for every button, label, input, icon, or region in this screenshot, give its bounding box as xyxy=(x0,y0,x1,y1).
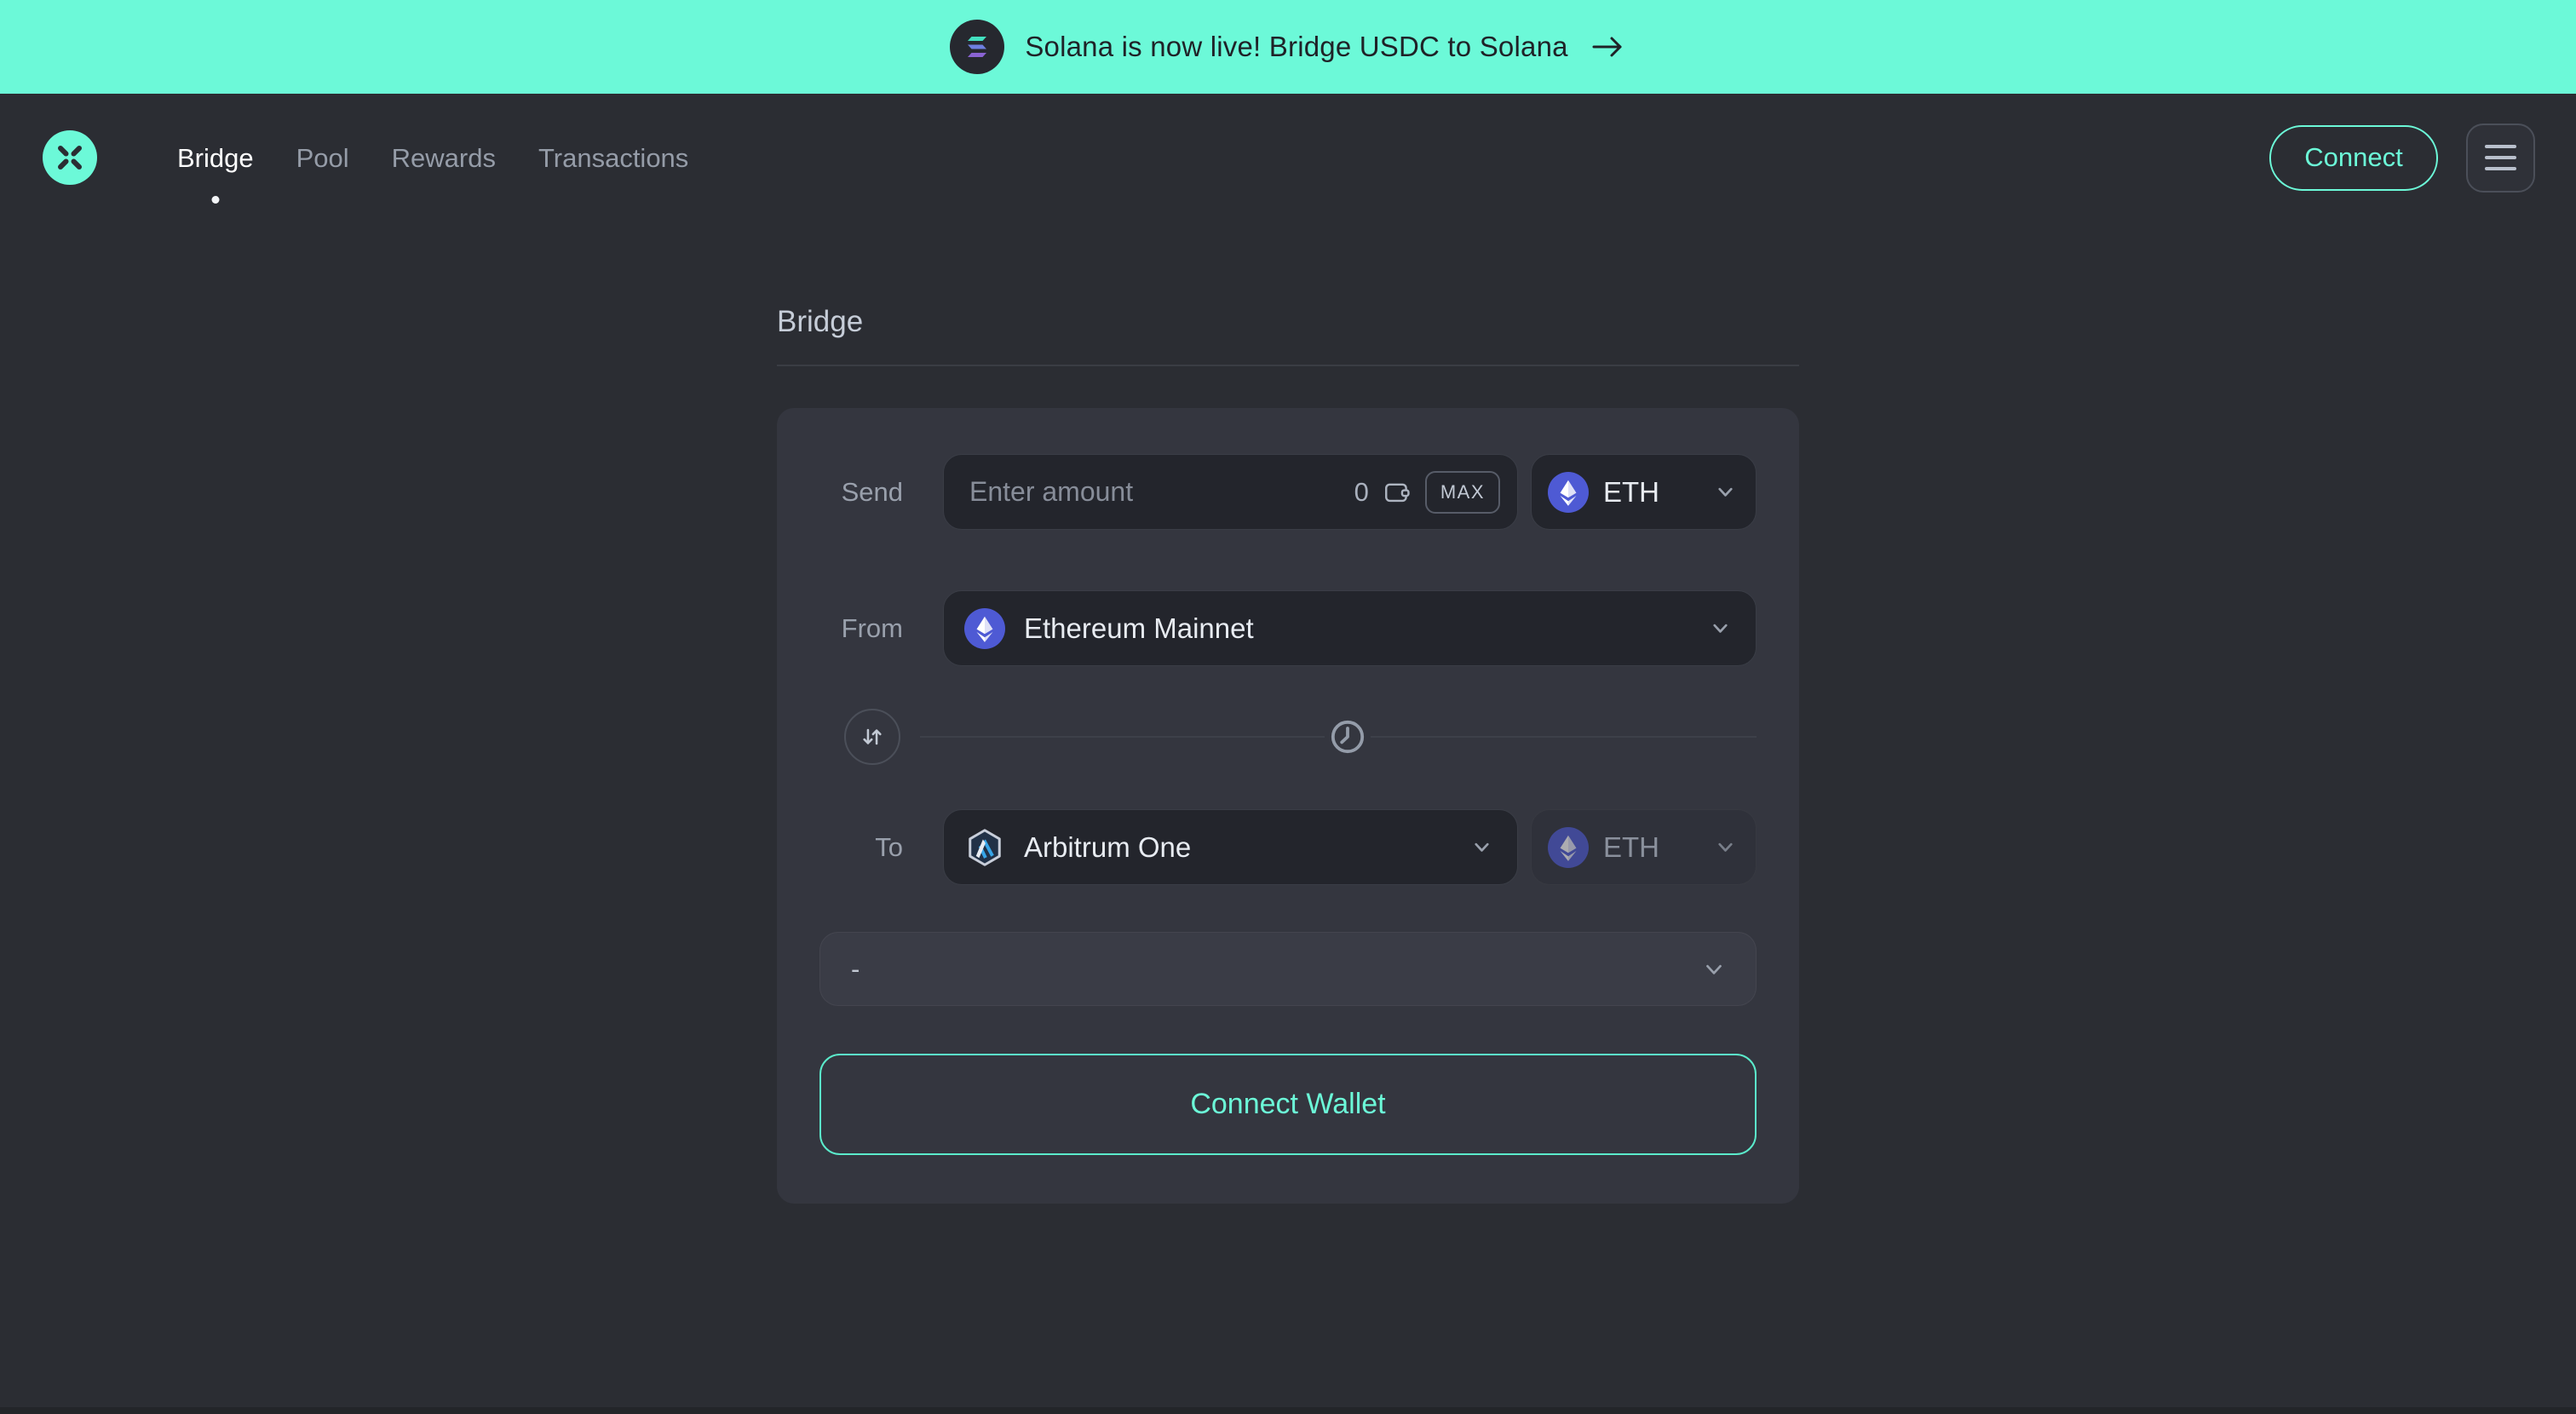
wallet-icon xyxy=(1383,478,1412,507)
send-row: Send 0 MAX xyxy=(819,454,1757,530)
connect-wallet-button[interactable]: Connect Wallet xyxy=(819,1054,1757,1155)
nav-item-bridge[interactable]: Bridge xyxy=(177,145,254,171)
nav-item-transactions[interactable]: Transactions xyxy=(538,145,688,171)
receive-token-symbol: ETH xyxy=(1603,831,1659,864)
to-network-select[interactable]: Arbitrum One xyxy=(943,809,1518,885)
fees-details-dropdown[interactable]: - xyxy=(819,932,1757,1006)
arrow-right-icon xyxy=(1589,30,1626,64)
announcement-banner[interactable]: Solana is now live! Bridge USDC to Solan… xyxy=(0,0,2576,94)
main-nav: Bridge Pool Rewards Transactions xyxy=(177,145,688,171)
estimated-time-icon xyxy=(1325,714,1371,760)
swap-direction-button[interactable] xyxy=(844,709,900,765)
chevron-down-icon xyxy=(1709,617,1732,640)
swap-divider-row xyxy=(819,709,1757,765)
window-bottom-edge xyxy=(0,1407,2576,1414)
bridge-card: Send 0 MAX xyxy=(777,408,1799,1204)
solana-icon xyxy=(950,20,1004,74)
chevron-down-icon xyxy=(1701,957,1727,982)
nav-item-pool[interactable]: Pool xyxy=(296,145,349,171)
hamburger-menu-button[interactable] xyxy=(2466,124,2535,193)
bridge-page: Bridge Send 0 MAX xyxy=(777,307,1799,1204)
connect-button[interactable]: Connect xyxy=(2269,125,2438,191)
page-title: Bridge xyxy=(777,307,1799,336)
top-navigation-bar: Bridge Pool Rewards Transactions Connect xyxy=(0,94,2576,221)
eth-icon xyxy=(1548,472,1589,513)
to-network-name: Arbitrum One xyxy=(1024,831,1191,864)
amount-field: 0 MAX xyxy=(943,454,1518,530)
arbitrum-network-icon xyxy=(964,827,1005,868)
hamburger-icon xyxy=(2485,145,2516,148)
swap-arrows-icon xyxy=(859,723,886,750)
send-label: Send xyxy=(819,477,903,508)
eth-icon xyxy=(1548,827,1589,868)
banner-text: Solana is now live! Bridge USDC to Solan… xyxy=(1025,31,1567,63)
nav-item-rewards[interactable]: Rewards xyxy=(392,145,496,171)
chevron-down-icon xyxy=(1470,836,1493,859)
from-network-name: Ethereum Mainnet xyxy=(1024,612,1254,645)
send-token-select[interactable]: ETH xyxy=(1531,454,1757,530)
fees-details-value: - xyxy=(851,954,860,985)
send-token-symbol: ETH xyxy=(1603,476,1659,509)
ethereum-network-icon xyxy=(964,608,1005,649)
to-label: To xyxy=(819,832,903,863)
wallet-balance: 0 xyxy=(1354,477,1369,508)
max-button[interactable]: MAX xyxy=(1425,471,1500,514)
chevron-down-icon xyxy=(1714,480,1737,503)
title-divider xyxy=(777,365,1799,366)
from-network-select[interactable]: Ethereum Mainnet xyxy=(943,590,1757,666)
amount-input[interactable] xyxy=(969,476,1341,508)
to-row: To Arbitrum One xyxy=(819,809,1757,885)
active-nav-dot xyxy=(211,196,219,204)
from-row: From Ethereum Mainnet xyxy=(819,590,1757,666)
across-logo-icon[interactable] xyxy=(43,130,97,185)
receive-token-select: ETH xyxy=(1531,809,1757,885)
from-label: From xyxy=(819,613,903,644)
chevron-down-icon xyxy=(1714,836,1737,859)
